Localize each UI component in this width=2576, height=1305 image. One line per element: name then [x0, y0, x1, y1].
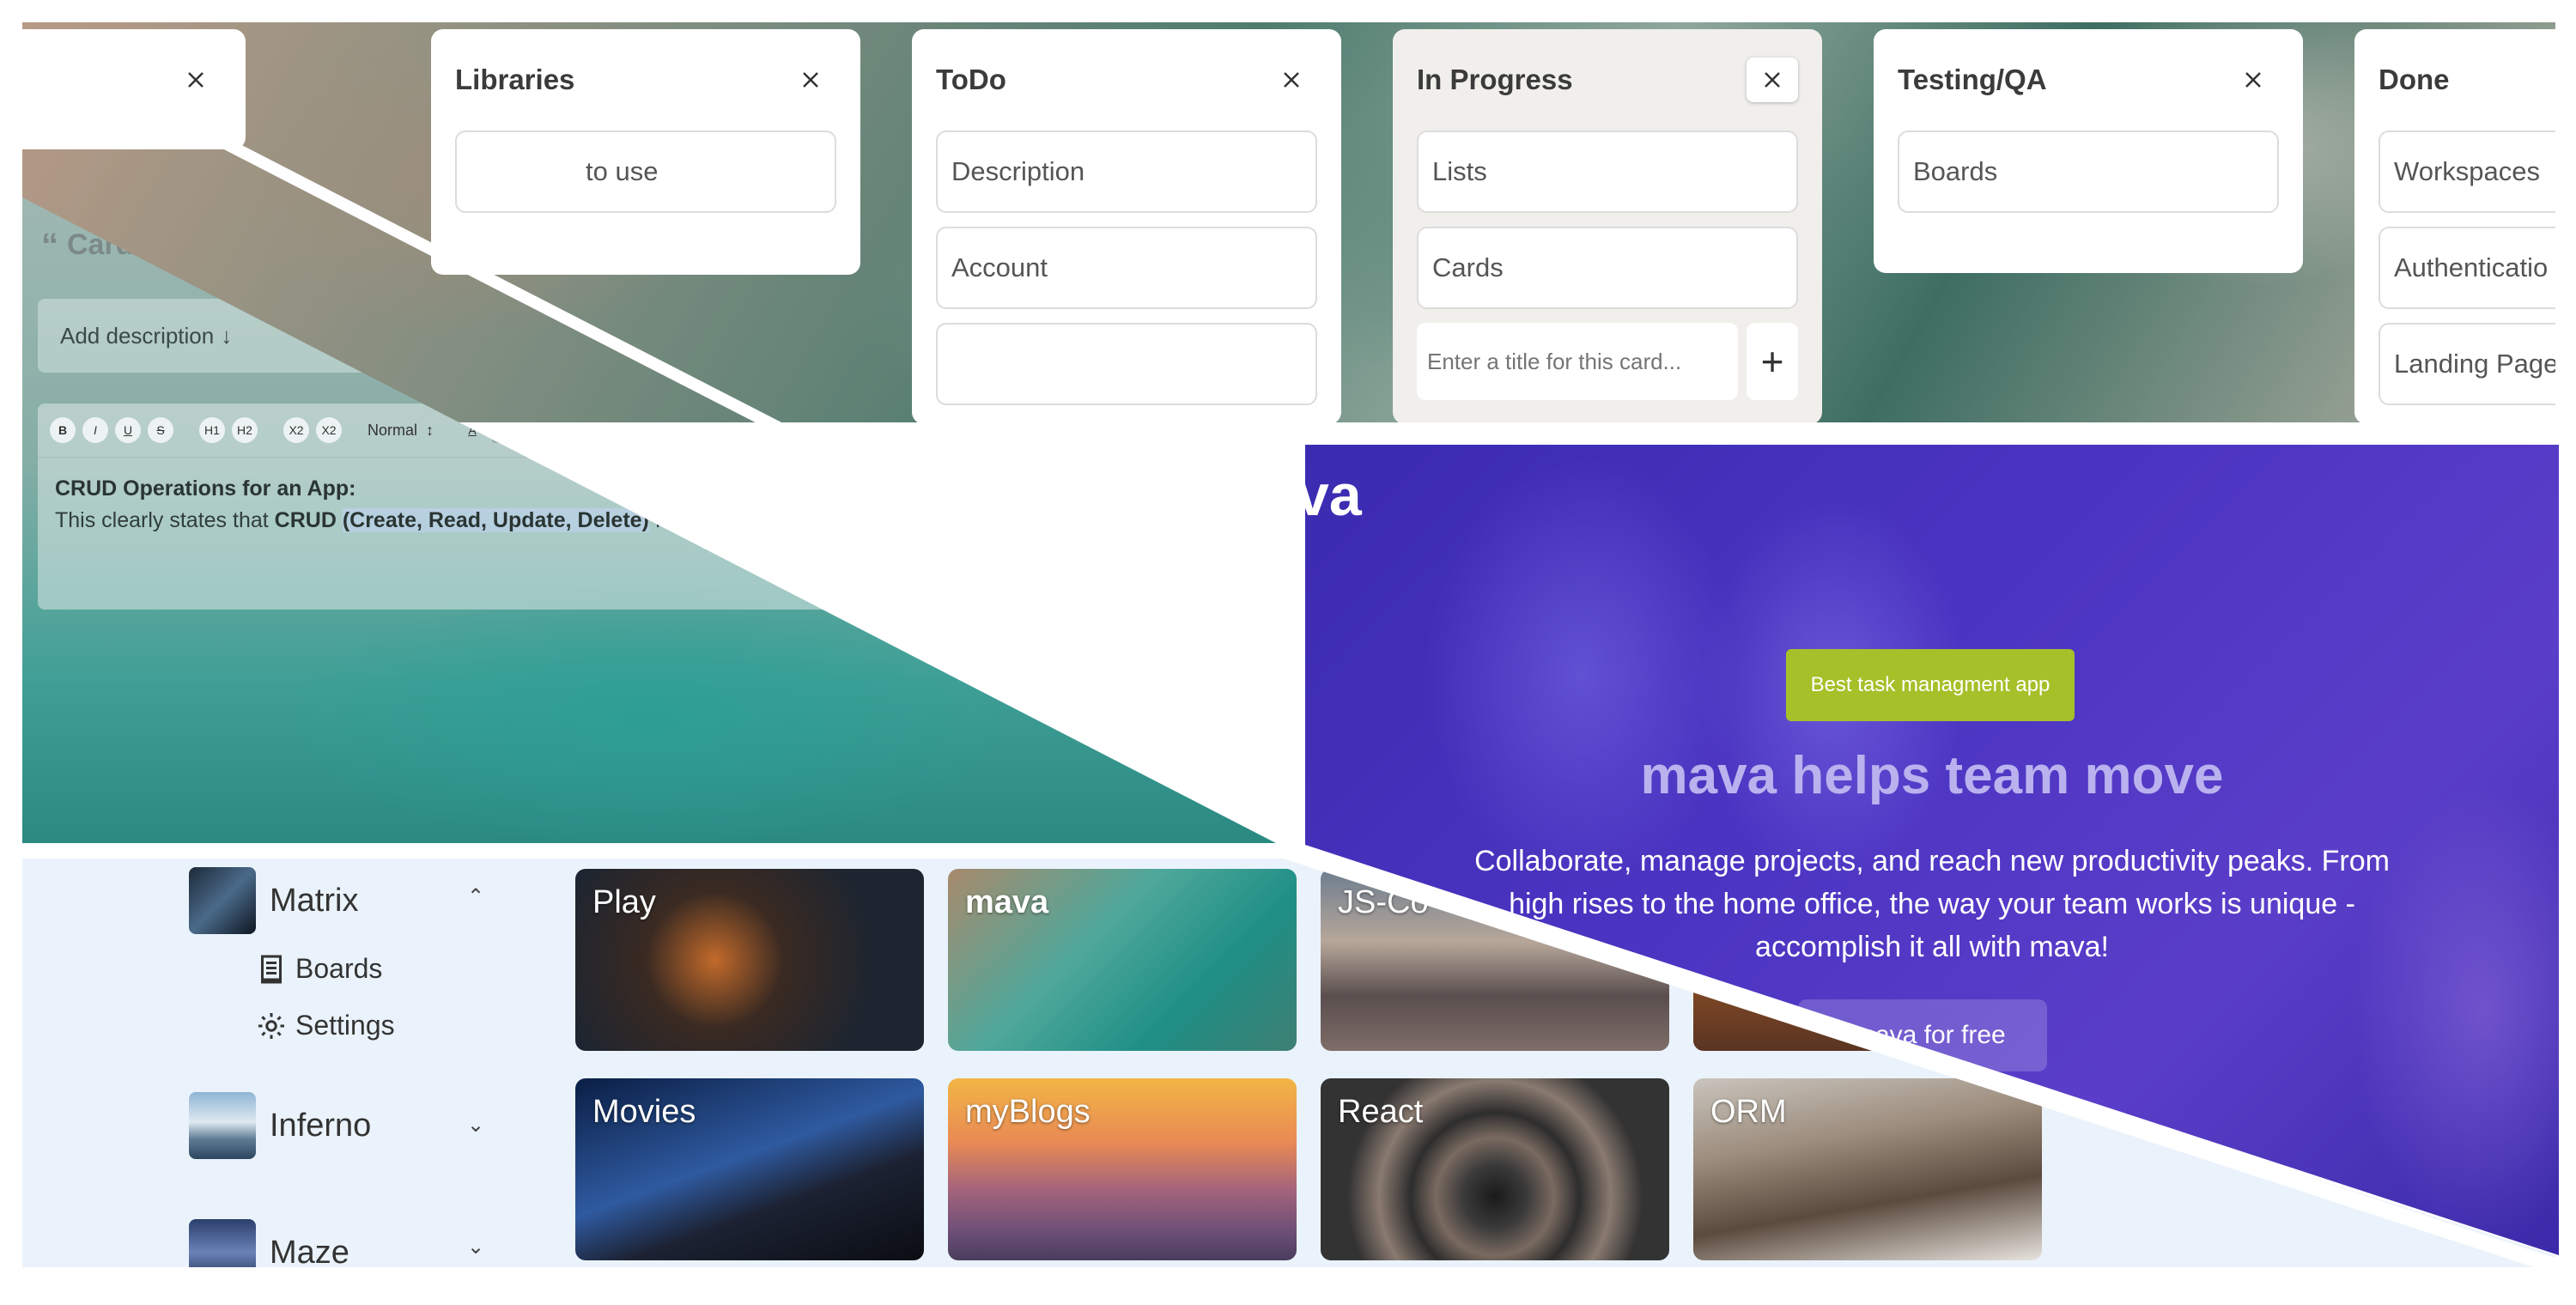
bold-button[interactable]: B: [50, 417, 76, 443]
sidebar-item-settings[interactable]: Settings: [256, 1010, 395, 1041]
board-tile-play[interactable]: Play: [575, 869, 924, 1051]
gear-icon: [258, 1012, 284, 1039]
tagline-badge: Best task managment app: [1786, 649, 2075, 721]
board-tile-myblogs[interactable]: myBlogs: [948, 1078, 1297, 1260]
card[interactable]: Landing Page: [2379, 323, 2555, 405]
list-in-progress: In Progress Lists Cards +: [1393, 29, 1822, 422]
close-icon[interactable]: [1747, 58, 1798, 102]
editor-content[interactable]: CRUD Operations for an App: This clearly…: [38, 458, 1257, 552]
arrow-down-icon: ↓: [221, 322, 233, 349]
close-icon[interactable]: [1266, 58, 1317, 102]
board-tile-mava[interactable]: mava: [948, 869, 1297, 1051]
board-tile-movies[interactable]: Movies: [575, 1078, 924, 1260]
logo: va: [1305, 463, 1362, 528]
cancel-button[interactable]: [1051, 639, 1108, 695]
card[interactable]: Workspaces: [2379, 130, 2555, 213]
list-title: Testing/QA: [1898, 64, 2047, 95]
close-icon[interactable]: [785, 58, 836, 102]
h1-button[interactable]: H1: [199, 417, 225, 443]
list-title: Done: [2379, 64, 2450, 95]
size-select[interactable]: Normal ↕: [368, 422, 434, 440]
list-todo: ToDo Description Account: [912, 29, 1341, 422]
card[interactable]: [936, 323, 1317, 405]
chevron-down-icon[interactable]: ⌄: [467, 1235, 484, 1259]
chevron-down-icon[interactable]: ⌄: [467, 1113, 484, 1138]
crud-text: CRUD: [274, 508, 337, 532]
sidebar-item-boards[interactable]: Boards: [256, 953, 382, 985]
new-card-input[interactable]: [1417, 323, 1738, 400]
board-tile-orm[interactable]: ORM: [1693, 1078, 2042, 1260]
list-title: ToDo: [936, 64, 1006, 95]
plus-icon[interactable]: +: [1747, 323, 1798, 400]
workspace-thumbnail: [189, 1219, 256, 1267]
sidebar-item-inferno[interactable]: Inferno: [189, 1092, 371, 1159]
content-heading: CRUD Operations for an App:: [55, 476, 356, 501]
workspace-thumbnail: [189, 867, 256, 934]
edit-button[interactable]: [1120, 639, 1176, 695]
card[interactable]: Cards: [1417, 227, 1798, 309]
quote-icon: “: [41, 226, 58, 264]
chevron-up-icon[interactable]: ⌃: [467, 884, 484, 909]
list-libraries: Libraries to use: [431, 29, 860, 275]
subscript-button[interactable]: X2: [283, 417, 309, 443]
close-icon[interactable]: [2227, 58, 2279, 102]
list-title: In Progress: [1417, 64, 1573, 95]
italic-button[interactable]: I: [82, 417, 108, 443]
sidebar-item-matrix[interactable]: Matrix: [189, 867, 358, 934]
card[interactable]: Authenticatio: [2379, 227, 2555, 309]
list-testing-qa: Testing/QA Boards: [1874, 29, 2303, 273]
strike-button[interactable]: S: [148, 417, 173, 443]
workspace-thumbnail: [189, 1092, 256, 1159]
boards-icon: [261, 955, 282, 983]
card[interactable]: Description: [936, 130, 1317, 213]
board-tile-react[interactable]: React: [1321, 1078, 1669, 1260]
list-done: Done Workspaces Authenticatio Landing Pa…: [2354, 29, 2555, 422]
card[interactable]: Boards: [1898, 130, 2279, 213]
sidebar-item-maze[interactable]: Maze: [189, 1219, 349, 1267]
underline-button[interactable]: U: [115, 417, 141, 443]
card[interactable]: Lists: [1417, 130, 1798, 213]
card[interactable]: Account: [936, 227, 1317, 309]
kanban-board: Libraries to use ToDo Description Accoun…: [22, 22, 2555, 422]
h2-button[interactable]: H2: [232, 417, 258, 443]
crud-expansion: (Create, Read, Update, Delete): [342, 508, 649, 532]
card[interactable]: to use: [455, 130, 836, 213]
close-icon[interactable]: [170, 58, 222, 102]
superscript-button[interactable]: X2: [316, 417, 342, 443]
list-title: Libraries: [455, 64, 575, 95]
hero-heading: mava helps team move: [1640, 746, 2224, 805]
